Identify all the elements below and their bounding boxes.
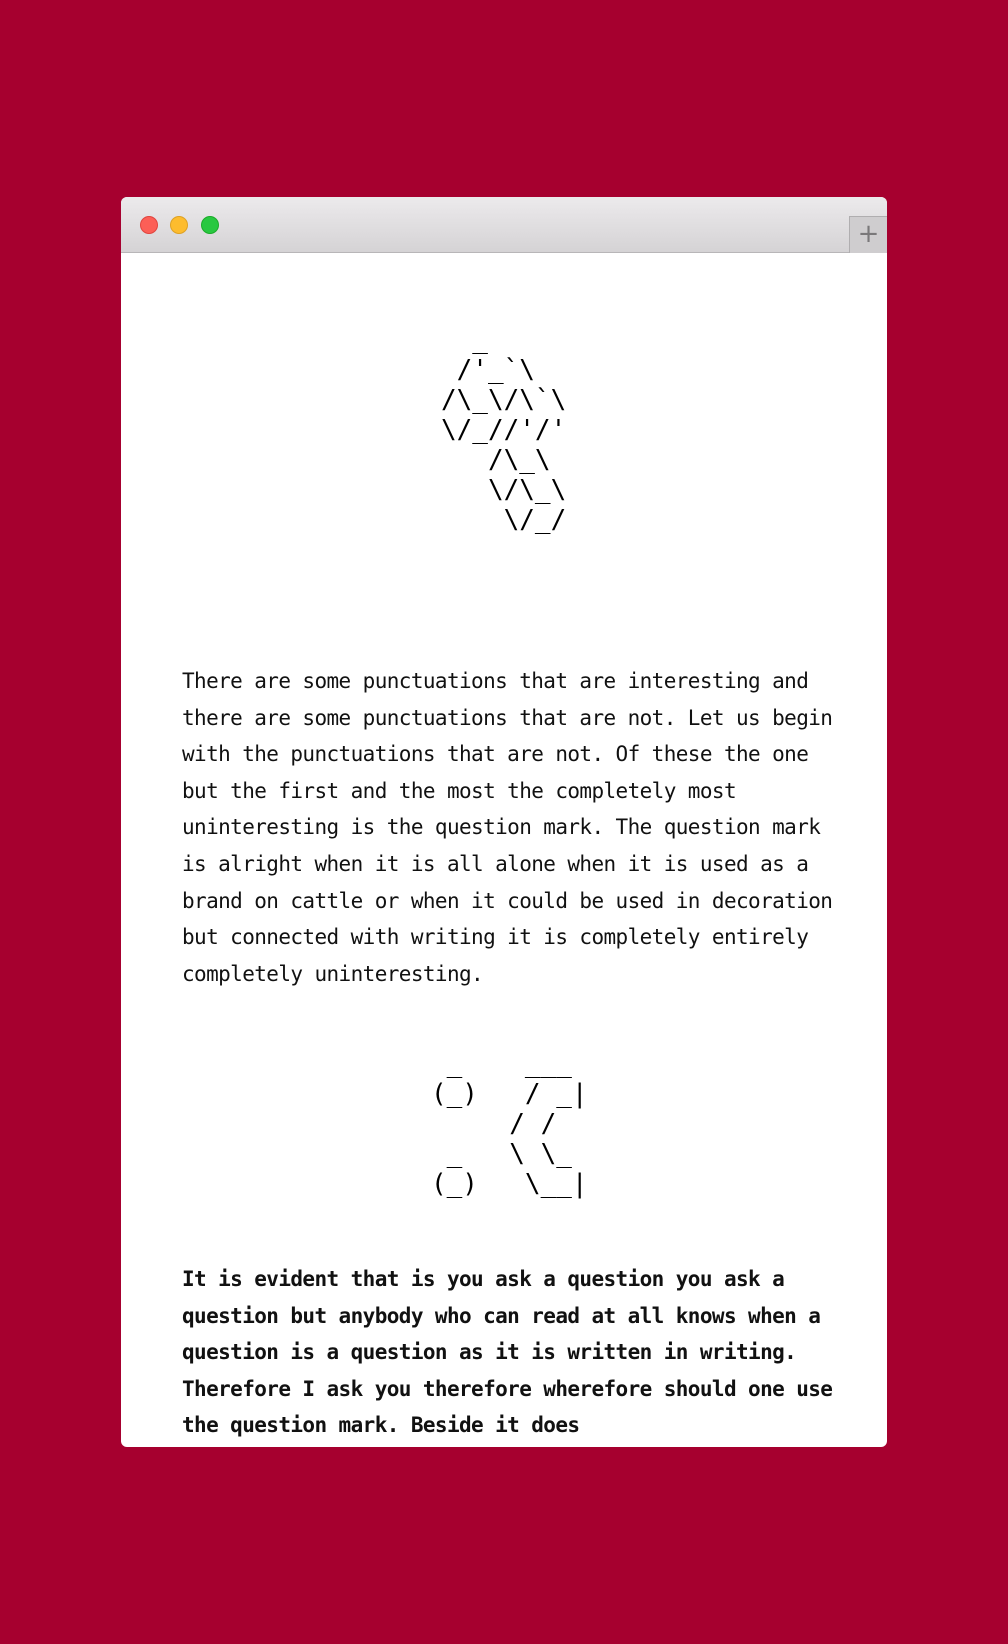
close-window-button[interactable] [140, 216, 158, 234]
zoom-window-button[interactable] [201, 216, 219, 234]
plus-icon: + [857, 219, 880, 249]
ascii-art-question-mark: _ /'_`\ /\_\/\`\ \/_//'/' /\_\ \/\_\ \/_… [441, 325, 567, 535]
ascii-art-colon-c: _ ___ (_) / _| / / _ \ \_ (_) \__| [431, 1049, 588, 1199]
page-content: _ /'_`\ /\_\/\`\ \/_//'/' /\_\ \/\_\ \/_… [121, 253, 887, 1447]
body-paragraph-2: It is evident that is you ask a question… [182, 1267, 833, 1438]
body-paragraph-1: There are some punctuations that are int… [182, 669, 833, 986]
minimize-window-button[interactable] [170, 216, 188, 234]
page-background: { "window": { "new_tab_symbol": "+", "tr… [0, 0, 1008, 1644]
browser-window: + _ /'_`\ /\_\/\`\ \/_//'/' /\_\ \/\_\ \… [121, 197, 887, 1447]
new-tab-button[interactable]: + [849, 216, 887, 253]
title-bar: + [121, 197, 887, 253]
